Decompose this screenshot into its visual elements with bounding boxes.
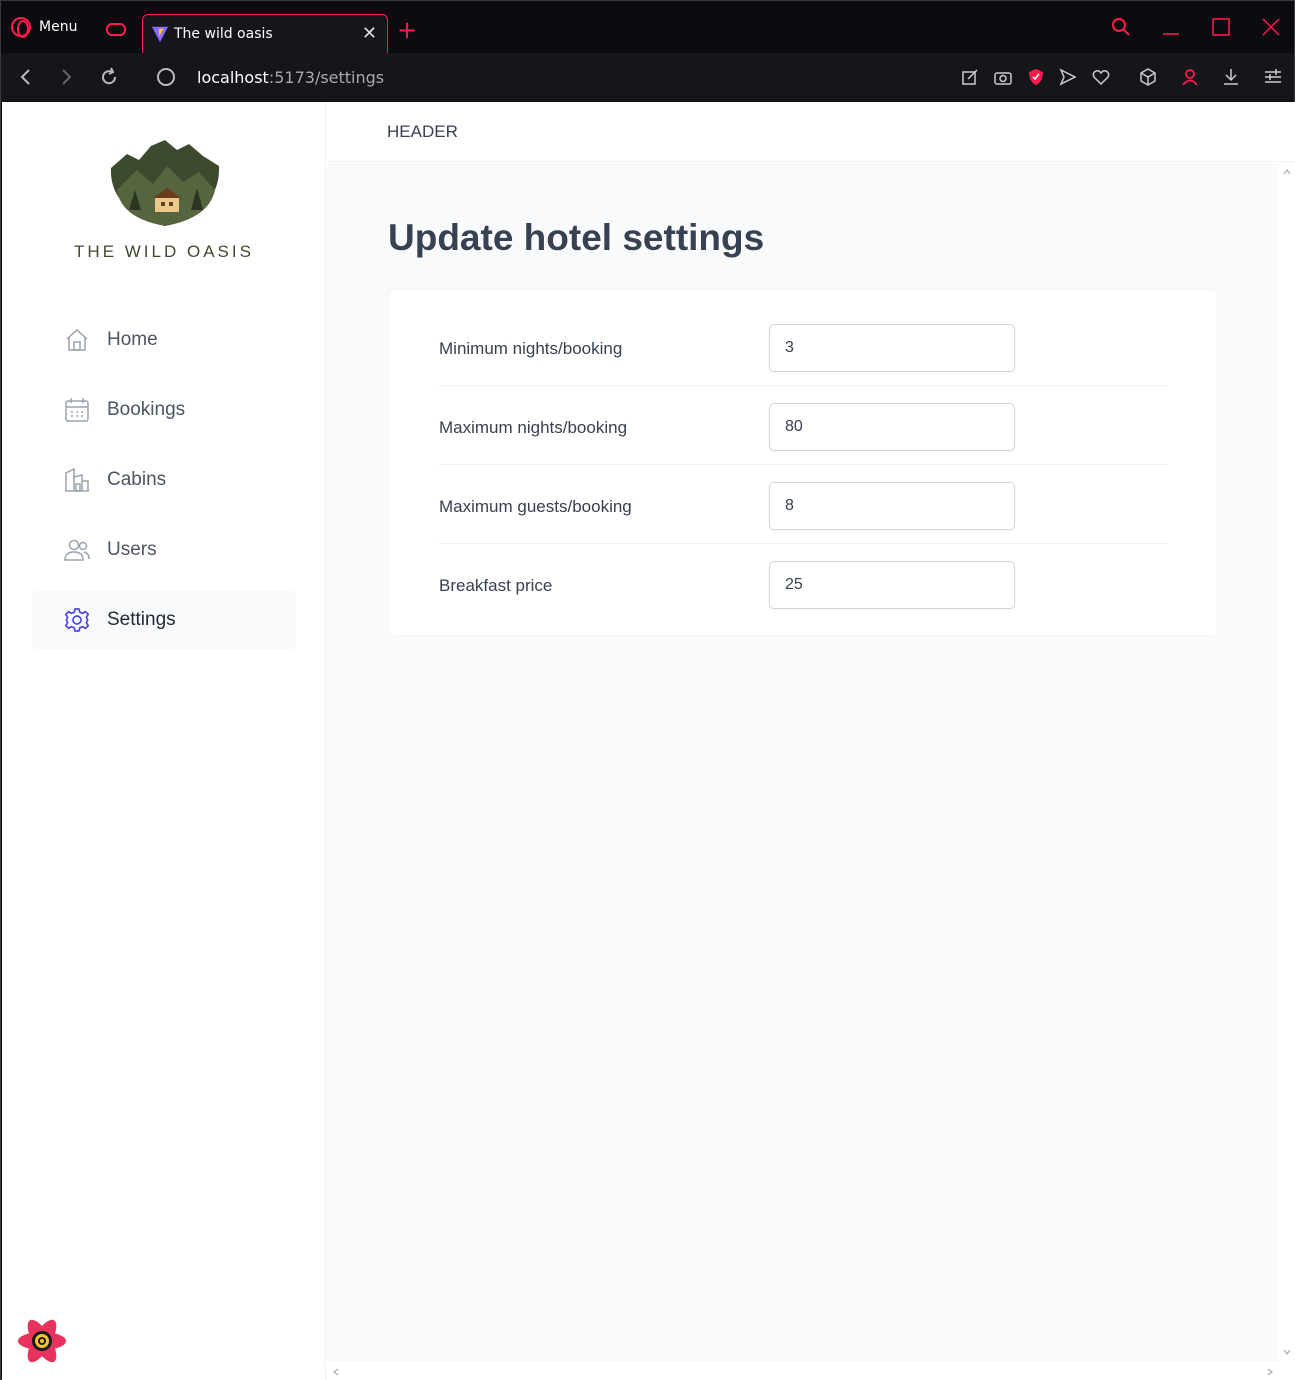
vite-favicon-icon	[151, 26, 169, 43]
form-row: Minimum nights/booking	[439, 307, 1168, 386]
vertical-scrollbar[interactable]	[1279, 163, 1295, 1362]
profile-icon[interactable]	[1181, 68, 1199, 86]
page-title: Update hotel settings	[388, 217, 765, 258]
wild-oasis-logo	[110, 140, 220, 226]
sidebar-item-settings[interactable]: Settings	[32, 590, 296, 650]
main-content: Update hotel settings Minimum nights/boo…	[327, 163, 1279, 1362]
tab-close-icon[interactable]: ✕	[362, 23, 377, 44]
url-field[interactable]: localhost:5173/settings	[197, 68, 384, 87]
close-window-icon[interactable]	[1261, 17, 1281, 37]
maximize-icon[interactable]	[1211, 17, 1231, 37]
form-row: Breakfast price	[439, 544, 1168, 623]
tab-bar: Menu The wild oasis ✕ +	[1, 1, 1294, 54]
header-title: HEADER	[387, 122, 458, 141]
sidebar-item-label: Home	[107, 329, 158, 350]
scroll-down-icon[interactable]	[1283, 1349, 1291, 1355]
forward-icon[interactable]	[58, 67, 74, 87]
max-nights-input[interactable]	[769, 403, 1015, 451]
horizontal-scrollbar[interactable]	[327, 1362, 1295, 1380]
min-nights-input[interactable]	[769, 324, 1015, 372]
app-header: HEADER	[327, 102, 1295, 162]
shield-icon[interactable]	[1027, 68, 1045, 86]
globe-icon	[157, 68, 175, 86]
app-viewport: THE WILD OASIS Home Bookings Cabins User…	[2, 102, 1295, 1380]
tab-title: The wild oasis	[174, 26, 273, 42]
breakfast-price-label: Breakfast price	[439, 576, 553, 595]
browser-menu-button[interactable]: Menu	[11, 15, 77, 39]
sidebar-item-cabins[interactable]: Cabins	[32, 450, 296, 510]
max-guests-input[interactable]	[769, 482, 1015, 530]
search-icon[interactable]	[1111, 17, 1131, 37]
easy-setup-icon[interactable]	[961, 68, 979, 86]
url-path: :5173/settings	[268, 68, 385, 87]
opera-logo-icon	[11, 17, 31, 38]
brand-name: THE WILD OASIS	[74, 242, 254, 261]
settings-form: Minimum nights/booking Maximum nights/bo…	[388, 289, 1218, 636]
scroll-right-icon[interactable]	[1267, 1368, 1273, 1376]
users-icon	[64, 539, 90, 561]
max-guests-label: Maximum guests/booking	[439, 497, 632, 516]
easy-settings-icon[interactable]	[1264, 68, 1282, 86]
sidebar-item-label: Cabins	[107, 469, 167, 490]
scroll-left-icon[interactable]	[333, 1368, 339, 1376]
form-row: Maximum nights/booking	[439, 386, 1168, 465]
sidebar: THE WILD OASIS Home Bookings Cabins User…	[2, 102, 326, 1380]
browser-window: Menu The wild oasis ✕ + localhost:5173/s…	[0, 0, 1295, 1380]
max-nights-label: Maximum nights/booking	[439, 418, 628, 437]
react-devtools-icon[interactable]	[16, 1317, 68, 1365]
cube-icon[interactable]	[1139, 68, 1157, 86]
camera-icon[interactable]	[994, 68, 1012, 86]
address-bar: localhost:5173/settings	[1, 53, 1294, 101]
building-icon	[65, 467, 89, 492]
minimize-icon[interactable]	[1161, 17, 1181, 37]
home-icon	[66, 328, 88, 351]
min-nights-label: Minimum nights/booking	[439, 339, 623, 358]
tab-active[interactable]: The wild oasis ✕	[142, 14, 388, 54]
sidebar-item-label: Bookings	[107, 399, 186, 420]
send-icon[interactable]	[1059, 68, 1077, 86]
gear-icon	[64, 608, 90, 632]
form-row: Maximum guests/booking	[439, 465, 1168, 544]
sidebar-item-home[interactable]: Home	[32, 310, 296, 370]
heart-icon[interactable]	[1092, 68, 1110, 86]
sidebar-item-label: Users	[107, 539, 157, 560]
sidebar-item-label: Settings	[107, 609, 176, 630]
reload-icon[interactable]	[99, 67, 119, 87]
menu-label: Menu	[39, 19, 78, 35]
scroll-up-icon[interactable]	[1283, 169, 1291, 175]
back-icon[interactable]	[18, 67, 34, 87]
new-tab-button[interactable]: +	[397, 18, 417, 42]
breakfast-price-input[interactable]	[769, 561, 1015, 609]
sidebar-item-bookings[interactable]: Bookings	[32, 380, 296, 440]
sidebar-item-users[interactable]: Users	[32, 520, 296, 580]
gamepad-icon[interactable]	[106, 23, 126, 36]
download-icon[interactable]	[1222, 68, 1240, 86]
url-host: localhost	[197, 68, 269, 87]
calendar-icon	[65, 398, 89, 422]
